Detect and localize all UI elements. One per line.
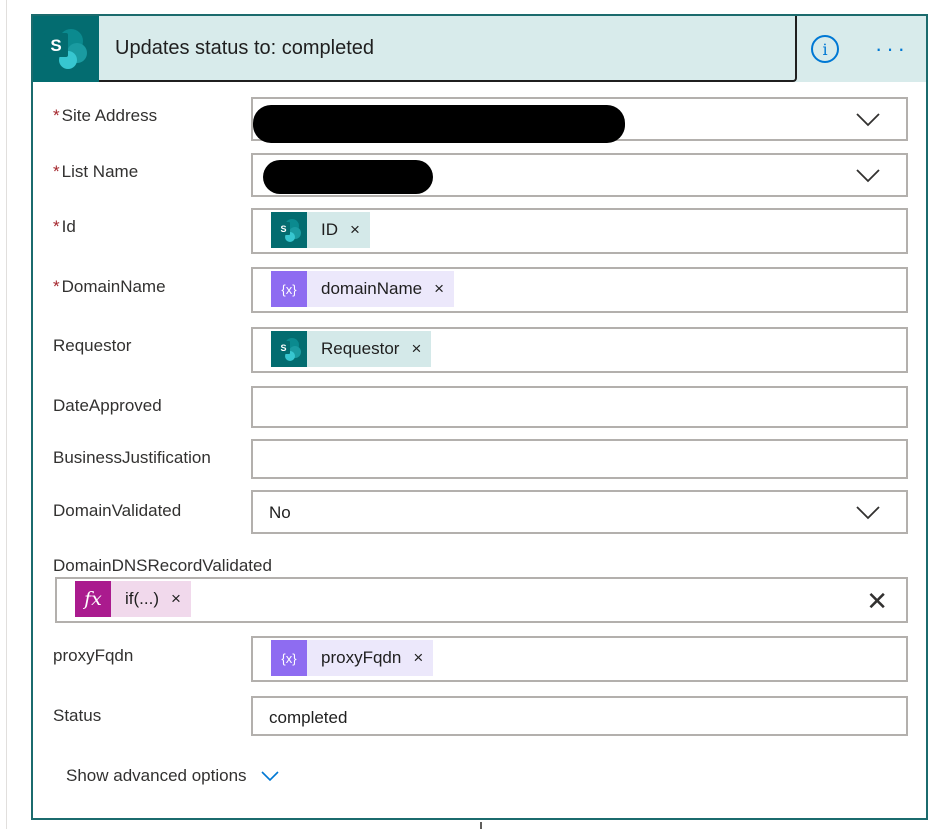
function-icon: fx	[75, 581, 111, 617]
chevron-down-icon[interactable]	[856, 169, 880, 183]
token-label: proxyFqdn	[321, 648, 402, 667]
dynamic-content-token[interactable]: S Requestor ×	[271, 331, 432, 367]
required-mark: *	[53, 106, 60, 125]
proxy-fqdn-label: proxyFqdn	[53, 646, 134, 665]
dynamic-content-token[interactable]: {x} proxyFqdn ×	[271, 640, 434, 676]
requestor-field[interactable]: S Requestor ×	[251, 327, 908, 373]
logo-letter: S	[280, 224, 286, 234]
id-field[interactable]: S ID ×	[251, 208, 908, 254]
date-approved-input[interactable]	[251, 386, 908, 428]
header-title-box[interactable]: S Updates status to: completed	[33, 16, 797, 82]
variable-icon: {x}	[271, 271, 307, 307]
remove-token-icon[interactable]: ×	[350, 220, 370, 240]
chevron-down-icon[interactable]	[856, 113, 880, 127]
requestor-label: Requestor	[53, 336, 132, 355]
domain-validated-dropdown[interactable]: No	[251, 490, 908, 534]
domain-name-label-text: DomainName	[61, 277, 166, 296]
status-input[interactable]: completed	[251, 696, 908, 736]
token-label: if(...)	[125, 589, 159, 608]
canvas-left-rule	[6, 0, 7, 829]
action-header[interactable]: S Updates status to: completed i ···	[33, 16, 926, 82]
date-approved-label: DateApproved	[53, 396, 162, 415]
redacted-value	[253, 105, 625, 143]
site-address-label: * Site Address	[53, 106, 157, 126]
sharepoint-icon: S	[33, 16, 99, 82]
redacted-value	[263, 160, 433, 194]
sharepoint-icon: S	[271, 331, 307, 367]
site-address-label-text: Site Address	[61, 106, 158, 125]
token-label: ID	[321, 220, 338, 239]
required-mark: *	[53, 162, 60, 181]
status-value: completed	[269, 708, 348, 727]
domain-dns-record-validated-field[interactable]: fx if(...) × ✕	[55, 577, 908, 623]
info-icon[interactable]: i	[811, 35, 839, 63]
action-card: S Updates status to: completed i ··· * Si…	[31, 14, 928, 820]
list-name-label-text: List Name	[61, 162, 139, 181]
id-label: * Id	[53, 217, 76, 237]
domain-validated-value: No	[269, 503, 291, 522]
id-label-text: Id	[61, 217, 76, 236]
clear-icon[interactable]: ✕	[866, 588, 888, 614]
logo-letter: S	[50, 36, 61, 55]
proxy-fqdn-field[interactable]: {x} proxyFqdn ×	[251, 636, 908, 682]
action-title[interactable]: Updates status to: completed	[115, 37, 374, 60]
remove-token-icon[interactable]: ×	[413, 648, 433, 668]
token-label: domainName	[321, 279, 423, 298]
chevron-down-icon	[260, 770, 279, 781]
required-mark: *	[53, 277, 60, 296]
domain-dns-record-validated-label: DomainDNSRecordValidated	[53, 556, 272, 575]
flow-connector	[480, 822, 482, 829]
domain-name-label: * DomainName	[53, 277, 166, 297]
remove-token-icon[interactable]: ×	[411, 339, 431, 359]
show-advanced-options-link[interactable]: Show advanced options	[66, 766, 279, 786]
logo-letter: S	[280, 343, 286, 353]
remove-token-icon[interactable]: ×	[171, 589, 191, 609]
remove-token-icon[interactable]: ×	[434, 279, 454, 299]
expression-token[interactable]: fx if(...) ×	[75, 581, 191, 617]
required-mark: *	[53, 217, 60, 236]
show-advanced-options-label: Show advanced options	[66, 766, 247, 785]
site-address-dropdown[interactable]	[251, 97, 908, 143]
list-name-label: * List Name	[53, 162, 138, 182]
status-label: Status	[53, 706, 102, 725]
chevron-down-icon[interactable]	[856, 506, 880, 520]
variable-icon: {x}	[271, 640, 307, 676]
dynamic-content-token[interactable]: {x} domainName ×	[271, 271, 455, 307]
domain-name-field[interactable]: {x} domainName ×	[251, 267, 908, 313]
domain-validated-label: DomainValidated	[53, 501, 182, 520]
business-justification-input[interactable]	[251, 439, 908, 479]
business-justification-label: BusinessJustification	[53, 448, 211, 467]
token-label: Requestor	[321, 339, 400, 358]
list-name-dropdown[interactable]	[251, 153, 908, 197]
dynamic-content-token[interactable]: S ID ×	[271, 212, 370, 248]
sharepoint-icon: S	[271, 212, 307, 248]
more-icon[interactable]: ···	[875, 36, 909, 62]
